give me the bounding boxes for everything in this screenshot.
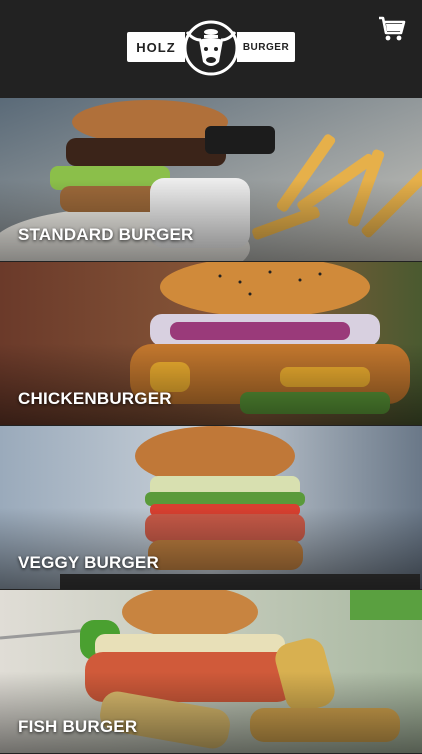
category-label: STANDARD BURGER [18, 225, 194, 244]
category-label: CHICKENBURGER [18, 389, 172, 408]
category-list: STANDARD BURGER CHICKENBURGER VEGGY BURG… [0, 98, 422, 754]
category-tile-standard-burger[interactable]: STANDARD BURGER [0, 98, 422, 261]
logo-right-text: BURGER [237, 32, 295, 62]
category-tile-veggy-burger[interactable]: VEGGY BURGER [0, 426, 422, 589]
bull-icon [183, 20, 239, 76]
category-label: VEGGY BURGER [18, 553, 159, 572]
category-tile-chickenburger[interactable]: CHICKENBURGER [0, 262, 422, 425]
shopping-cart-icon[interactable] [378, 16, 406, 42]
logo-left-text: HOLZ [127, 32, 185, 62]
category-label: FISH BURGER [18, 717, 138, 736]
category-tile-fish-burger[interactable]: FISH BURGER [0, 590, 422, 753]
app-header: HOLZ BURGER [0, 0, 422, 98]
holz-burger-logo[interactable]: HOLZ BURGER [127, 18, 295, 76]
